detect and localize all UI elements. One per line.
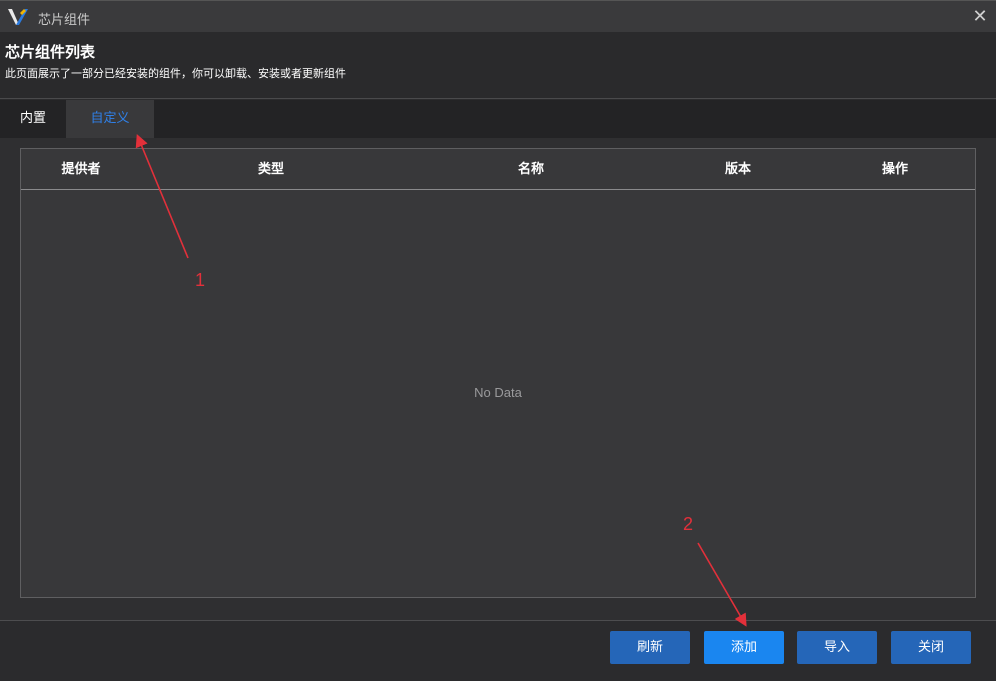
app-logo-icon bbox=[8, 9, 28, 25]
window-titlebar: 芯片组件 ✕ bbox=[0, 0, 996, 32]
dialog-footer: 刷新 添加 导入 关闭 bbox=[0, 620, 996, 681]
column-header-type: 类型 bbox=[257, 162, 284, 177]
table-header: 提供者 类型 名称 版本 操作 bbox=[21, 149, 975, 190]
column-header-version: 版本 bbox=[724, 162, 751, 177]
close-button[interactable]: 关闭 bbox=[891, 631, 971, 664]
import-button[interactable]: 导入 bbox=[797, 631, 877, 664]
close-icon[interactable]: ✕ bbox=[970, 7, 990, 27]
component-table: 提供者 类型 名称 版本 操作 No Data bbox=[20, 148, 976, 598]
tab-bar: 内置 自定义 bbox=[0, 100, 996, 138]
add-button[interactable]: 添加 bbox=[704, 631, 784, 664]
tab-custom[interactable]: 自定义 bbox=[66, 100, 154, 138]
column-header-action: 操作 bbox=[881, 162, 908, 177]
refresh-button[interactable]: 刷新 bbox=[610, 631, 690, 664]
page-subtitle: 此页面展示了一部分已经安装的组件，你可以卸载、安装或者更新组件 bbox=[5, 67, 346, 80]
annotation-marker-1: 1 bbox=[195, 270, 206, 290]
column-header-name: 名称 bbox=[517, 162, 544, 177]
empty-state-text: No Data bbox=[474, 385, 522, 400]
column-header-provider: 提供者 bbox=[61, 162, 101, 177]
window-title: 芯片组件 bbox=[38, 12, 91, 27]
main-content: 提供者 类型 名称 版本 操作 No Data bbox=[0, 138, 996, 620]
annotation-marker-2: 2 bbox=[683, 514, 694, 534]
page-title: 芯片组件列表 bbox=[5, 43, 96, 61]
tab-builtin[interactable]: 内置 bbox=[0, 100, 66, 138]
page-header: 芯片组件列表 此页面展示了一部分已经安装的组件，你可以卸载、安装或者更新组件 bbox=[0, 32, 996, 99]
